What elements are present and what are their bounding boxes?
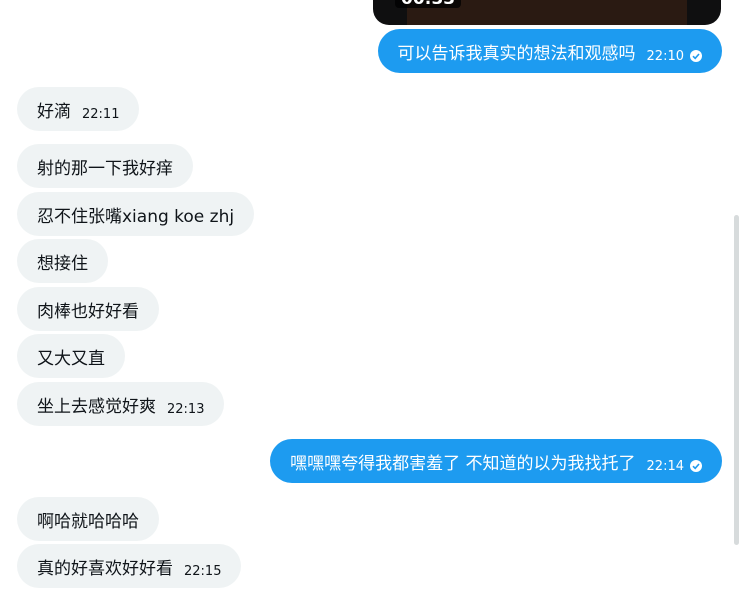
video-duration: 00:33 (395, 0, 462, 8)
message-timestamp: 22:13 (167, 401, 205, 417)
message-text: 射的那一下我好痒 (37, 158, 173, 179)
message-bubble-received[interactable]: 想接住 (17, 239, 108, 283)
message-text: 忍不住张嘴xiang koe zhj (37, 206, 235, 227)
message-text: 肉棒也好好看 (37, 301, 139, 322)
message-timestamp: 22:14 (646, 458, 684, 474)
scrollbar-thumb[interactable] (734, 215, 739, 545)
message-text: 真的好喜欢好好看 (37, 558, 173, 579)
message-bubble-received[interactable]: 真的好喜欢好好看 22:15 (17, 544, 242, 588)
message-bubble-received[interactable]: 啊哈就哈哈哈 (17, 497, 159, 541)
message-text: 嘿嘿嘿夸得我都害羞了 不知道的以为我找托了 (290, 453, 636, 474)
message-bubble-received[interactable]: 肉棒也好好看 (17, 287, 159, 331)
message-bubble-sent[interactable]: 嘿嘿嘿夸得我都害羞了 不知道的以为我找托了 22:14 (270, 439, 722, 483)
message-timestamp: 22:15 (184, 563, 222, 579)
message-text: 可以告诉我真实的想法和观感吗 (397, 43, 636, 64)
message-text: 好滴 (37, 101, 71, 122)
message-text: 坐上去感觉好爽 (37, 396, 156, 417)
message-bubble-sent[interactable]: 可以告诉我真实的想法和观感吗 22:10 (377, 29, 722, 73)
conversation-thread: 00:33 可以告诉我真实的想法和观感吗 22:10 好滴 22:11 射的那一… (0, 0, 739, 601)
message-bubble-received[interactable]: 坐上去感觉好爽 22:13 (17, 382, 225, 426)
message-text: 想接住 (37, 253, 88, 274)
video-message[interactable]: 00:33 (373, 0, 721, 25)
read-receipt-icon (690, 460, 702, 472)
message-timestamp: 22:11 (82, 106, 120, 122)
message-text: 啊哈就哈哈哈 (37, 511, 139, 532)
message-bubble-received[interactable]: 好滴 22:11 (17, 87, 140, 131)
message-bubble-received[interactable]: 又大又直 (17, 334, 125, 378)
message-timestamp: 22:10 (646, 48, 684, 64)
message-bubble-received[interactable]: 忍不住张嘴xiang koe zhj (17, 192, 255, 236)
message-text: 又大又直 (37, 348, 105, 369)
read-receipt-icon (690, 50, 702, 62)
message-bubble-received[interactable]: 射的那一下我好痒 (17, 144, 193, 188)
